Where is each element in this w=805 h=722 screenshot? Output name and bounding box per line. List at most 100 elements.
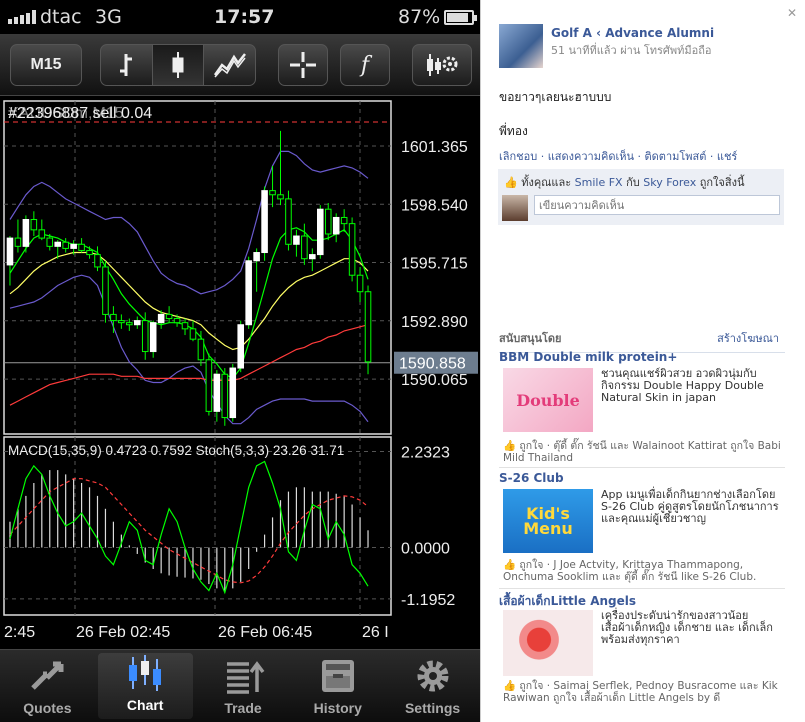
time-axis-label: 26 Feb 06:45 [218,624,312,641]
candle-body [261,190,268,254]
candle-body [118,320,125,324]
trade-list-icon [226,661,265,694]
likes-suffix: ถูกใจสิ่งนี้ [699,176,745,189]
trading-app: dtac 3G 17:57 87% M15 f #22396887 sell 0… [0,0,480,722]
ad-item[interactable]: เสื้อผ้าเด็กLittle Angels เครื่องประดับน… [499,592,785,710]
candle-body [197,338,205,361]
candle-body [54,241,62,247]
candle-body [189,328,197,340]
chart-settings-icon [427,54,458,76]
liker-link[interactable]: Sky Forex [643,176,696,189]
candle-body [348,223,356,276]
ad-item[interactable]: S-26 Club Kid's Menu App เมนูเพื่อเด็กกิ… [499,471,785,589]
ad-description: ชวนคุณแชร์ผิวสวย อวดผิวนุ่มกับกิจกรรม Do… [601,367,764,404]
signal-strength-icon [8,10,36,24]
candle-body [364,291,372,363]
line-chart-type-button[interactable] [204,45,255,85]
chart-type-selector [100,44,256,86]
time-axis-label: 26 Feb 02:45 [76,624,170,641]
tab-quotes[interactable]: Quotes [0,650,95,722]
price-tick-label: 1601.365 [401,139,468,156]
create-ad-link[interactable]: สร้างโฆษณา [717,329,779,347]
candle-body [356,274,364,293]
candle-body [173,318,181,324]
ad-image[interactable] [503,610,593,676]
ad-like-text[interactable]: ถูกใจ · J Joe Actvity, Krittaya Thammapo… [503,559,756,583]
history-archive-icon [321,660,354,692]
price-tick-label: 1598.540 [401,197,468,214]
candle-body [46,237,54,247]
candle-body [253,252,260,262]
price-chart[interactable]: #22396887 sell 0.04 XAUUSDm,M15 MACD(15,… [0,96,480,649]
candle-body [165,313,173,320]
gear-icon [417,660,449,692]
tab-history-label: History [313,700,362,716]
tab-bar: Quotes Chart Trade History Settings [0,649,480,722]
indicators-button[interactable]: f [340,44,390,86]
tab-history[interactable]: History [290,650,385,722]
ad-image[interactable]: Kid's Menu [503,489,593,553]
close-icon[interactable]: ✕ [787,6,797,20]
price-tick-label: 1592.890 [401,314,468,331]
thumbs-up-icon: 👍 [503,680,517,692]
facebook-panel: ✕ Golf A ‹ Advance Alumni 51 นาทีที่แล้ว… [480,0,805,722]
ad-image[interactable]: Double [503,368,593,432]
chart-toolbar: M15 f [0,34,480,96]
indicator-label: MACD(15,35,9) 0.4723 0.7592 Stoch(5,3,3)… [8,443,344,458]
time-axis-label: 26 I [362,624,389,641]
commenter-avatar [502,195,528,221]
post-author-avatar[interactable] [499,24,543,68]
post-text: ขอยาวๆเลยนะฮาบบบ [499,90,612,104]
bar-chart-type-button[interactable] [101,45,153,85]
ad-title[interactable]: S-26 Club [499,471,785,485]
crosshair-button[interactable] [278,44,328,86]
likes-summary: 👍 ทั้งคุณและ Smile FX กับ Sky Forex ถูกใ… [504,173,744,191]
liker-link[interactable]: Smile FX [575,176,623,189]
candle-body [285,198,292,245]
price-tick-label: 1590.065 [401,372,468,389]
tab-settings[interactable]: Settings [385,650,480,722]
candle-body [78,243,85,251]
ad-like-text[interactable]: ถูกใจ · ตุ๊ดี้ ตั๊ก รัชนี และ Walainoot … [503,440,781,464]
timeframe-button[interactable]: M15 [10,44,82,86]
candle-body [237,324,245,369]
thumbs-up-icon: 👍 [503,559,517,571]
candle-body [149,322,157,353]
ad-item[interactable]: BBM Double milk protein+ Double ชวนคุณแช… [499,350,785,468]
bollinger-lower-line [9,274,369,425]
ad-like-text[interactable]: ถูกใจ · Saimai Serflek, Pednoy Busracome… [503,680,778,704]
ad-social-context: 👍 ถูกใจ · Saimai Serflek, Pednoy Busraco… [503,680,785,704]
tab-settings-label: Settings [404,700,461,716]
candlestick-icon [172,52,184,78]
candle-body [62,241,69,249]
chart-area[interactable]: #22396887 sell 0.04 XAUUSDm,M15 MACD(15,… [0,96,480,649]
stochastic-line [9,460,369,595]
likes-box: 👍 ทั้งคุณและ Smile FX กับ Sky Forex ถูกใ… [498,169,784,225]
candle-body [221,373,229,419]
candle-body [157,313,165,324]
candle-body [70,243,77,249]
battery-percent: 87% [398,6,441,28]
ad-title[interactable]: BBM Double milk protein+ [499,350,785,364]
bollinger-upper-line [9,150,369,295]
candle-body [293,235,300,245]
tab-quotes-label: Quotes [23,700,72,716]
post-author[interactable]: Golf A ‹ Advance Alumni [551,26,714,40]
tab-chart-label: Chart [126,697,164,713]
chart-settings-button[interactable] [412,44,472,86]
quotes-arrows-icon [31,661,64,690]
tab-chart[interactable]: Chart [97,653,193,719]
indicator-tick-label: -1.1952 [401,592,455,609]
candle-body [22,219,30,247]
candle-body [30,219,38,231]
tab-trade-label: Trade [224,700,262,716]
candlestick-chart-type-button[interactable] [152,45,205,85]
ad-description: เครื่องประดับน่ารักของสาวน้อย เสื้อผ้าเด… [601,609,773,646]
comment-input[interactable] [534,195,780,215]
candle-body [14,237,22,247]
candle-body [309,254,316,260]
post-actions[interactable]: เลิกชอบ · แสดงความคิดเห็น · ติดตามโพสต์ … [499,147,737,165]
tab-trade[interactable]: Trade [196,650,291,722]
candle-body [277,194,284,200]
thumbs-up-icon: 👍 [504,176,518,189]
